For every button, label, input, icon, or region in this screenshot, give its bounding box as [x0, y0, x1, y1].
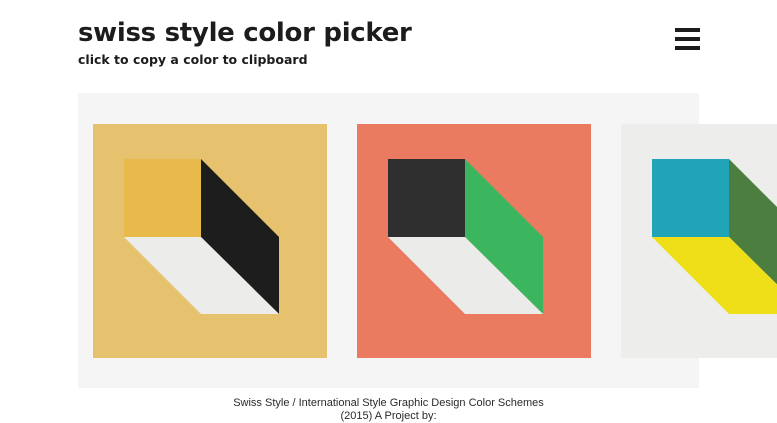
footer-line-1: Swiss Style / International Style Graphi… — [233, 397, 544, 409]
menu-bar-top — [675, 28, 700, 32]
palette-card-2[interactable] — [357, 124, 591, 358]
menu-bar-middle — [675, 37, 700, 41]
palette-1-graphic — [93, 124, 327, 358]
palette-card-1[interactable] — [93, 124, 327, 358]
page-title: swiss style color picker — [78, 18, 412, 48]
footer-line-2: (2015) A Project by: — [340, 409, 437, 422]
palette-2-top-swatch[interactable] — [388, 159, 465, 237]
palette-1-top-swatch[interactable] — [124, 159, 201, 237]
page-subtitle: click to copy a color to clipboard — [78, 52, 308, 67]
palette-2-graphic — [357, 124, 591, 358]
menu-bar-bottom — [675, 46, 700, 50]
palette-3-top-swatch[interactable] — [652, 159, 729, 237]
page: swiss style color picker click to copy a… — [0, 0, 777, 423]
palette-3-graphic — [621, 124, 777, 358]
footer: Swiss Style / International Style Graphi… — [0, 397, 777, 422]
palette-card-3[interactable] — [621, 124, 777, 358]
hamburger-menu-icon[interactable] — [675, 28, 700, 50]
